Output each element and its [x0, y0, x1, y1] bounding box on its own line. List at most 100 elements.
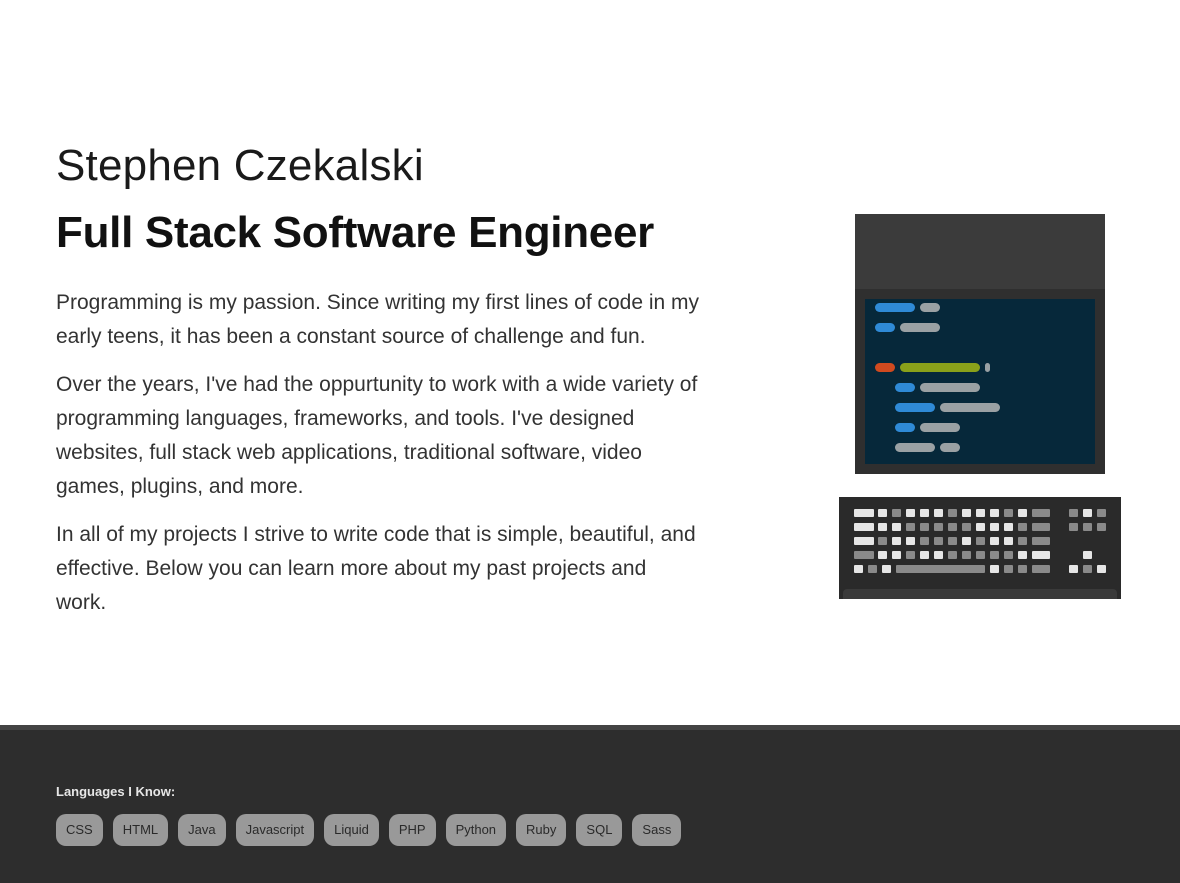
key	[962, 537, 971, 545]
key	[990, 537, 999, 545]
code-token	[985, 363, 990, 372]
key	[962, 523, 971, 531]
key	[948, 509, 957, 517]
key	[962, 509, 971, 517]
page: Stephen Czekalski Full Stack Software En…	[0, 0, 1180, 883]
code-token	[920, 423, 960, 432]
hero-text: Stephen Czekalski Full Stack Software En…	[56, 140, 706, 620]
key	[920, 551, 929, 559]
key	[1083, 509, 1092, 517]
language-tag-python[interactable]: Python	[445, 814, 507, 846]
experience-paragraph: Over the years, I've had the oppurtunity…	[56, 373, 698, 498]
key	[1097, 523, 1106, 531]
keyboard-illustration	[839, 497, 1121, 599]
language-tag-html[interactable]: HTML	[112, 814, 169, 846]
role-heading: Full Stack Software Engineer	[56, 208, 654, 257]
languages-heading: Languages I Know:	[56, 784, 176, 799]
key	[1018, 565, 1027, 573]
code-token	[920, 303, 940, 312]
key	[1004, 523, 1013, 531]
key	[892, 509, 901, 517]
key	[976, 509, 985, 517]
code-token	[920, 383, 980, 392]
key	[1004, 551, 1013, 559]
key	[1083, 565, 1092, 573]
key	[990, 523, 999, 531]
code-token	[895, 403, 935, 412]
code-token	[940, 403, 1000, 412]
languages-footer: Languages I Know: CSS HTML Java Javascri…	[0, 725, 1180, 883]
key	[948, 551, 957, 559]
key	[892, 537, 901, 545]
language-tag-php[interactable]: PHP	[388, 814, 436, 846]
key	[1069, 565, 1078, 573]
monitor-top	[855, 214, 1105, 289]
hero-section: Stephen Czekalski Full Stack Software En…	[0, 0, 1180, 725]
monitor-screen	[865, 299, 1095, 464]
philosophy-paragraph: In all of my projects I strive to write …	[56, 523, 696, 614]
key	[1032, 509, 1050, 517]
key	[990, 551, 999, 559]
code-token	[895, 443, 935, 452]
key	[934, 551, 943, 559]
intro-paragraph: Programming is my passion. Since writing…	[56, 291, 700, 348]
key	[1004, 509, 1013, 517]
key	[854, 551, 874, 559]
key	[1032, 523, 1050, 531]
key	[1097, 565, 1106, 573]
language-tag-sass[interactable]: Sass	[632, 814, 682, 846]
key	[934, 537, 943, 545]
key	[878, 523, 887, 531]
key	[1032, 551, 1050, 559]
key	[878, 537, 887, 545]
language-tag-list: CSS HTML Java Javascript Liquid PHP Pyth…	[56, 814, 682, 846]
key	[948, 537, 957, 545]
key	[1004, 537, 1013, 545]
key	[892, 551, 901, 559]
key	[878, 509, 887, 517]
key	[962, 551, 971, 559]
key	[934, 509, 943, 517]
key	[1069, 523, 1078, 531]
code-token	[875, 303, 915, 312]
key	[1032, 565, 1050, 573]
code-token	[895, 423, 915, 432]
key	[854, 509, 874, 517]
key	[896, 565, 985, 573]
key	[1018, 537, 1027, 545]
language-tag-sql[interactable]: SQL	[576, 814, 623, 846]
key	[854, 565, 863, 573]
key	[906, 523, 915, 531]
key	[920, 537, 929, 545]
key	[878, 551, 887, 559]
language-tag-java[interactable]: Java	[178, 814, 226, 846]
key	[1083, 551, 1092, 559]
key	[976, 523, 985, 531]
code-token	[875, 363, 895, 372]
key	[976, 537, 985, 545]
key	[1018, 523, 1027, 531]
key	[990, 565, 999, 573]
code-token	[875, 323, 895, 332]
language-tag-javascript[interactable]: Javascript	[235, 814, 315, 846]
key	[906, 509, 915, 517]
key	[906, 537, 915, 545]
monitor-illustration	[855, 214, 1105, 474]
language-tag-ruby[interactable]: Ruby	[516, 814, 567, 846]
key	[920, 509, 929, 517]
key	[882, 565, 891, 573]
key	[854, 523, 874, 531]
keyboard-base	[843, 589, 1117, 599]
key	[906, 551, 915, 559]
name-heading: Stephen Czekalski	[56, 141, 424, 190]
key	[990, 509, 999, 517]
key	[1083, 523, 1092, 531]
key	[1018, 551, 1027, 559]
language-tag-liquid[interactable]: Liquid	[324, 814, 379, 846]
key	[920, 523, 929, 531]
key	[934, 523, 943, 531]
language-tag-css[interactable]: CSS	[56, 814, 103, 846]
key	[1069, 509, 1078, 517]
key	[854, 537, 874, 545]
key	[892, 523, 901, 531]
